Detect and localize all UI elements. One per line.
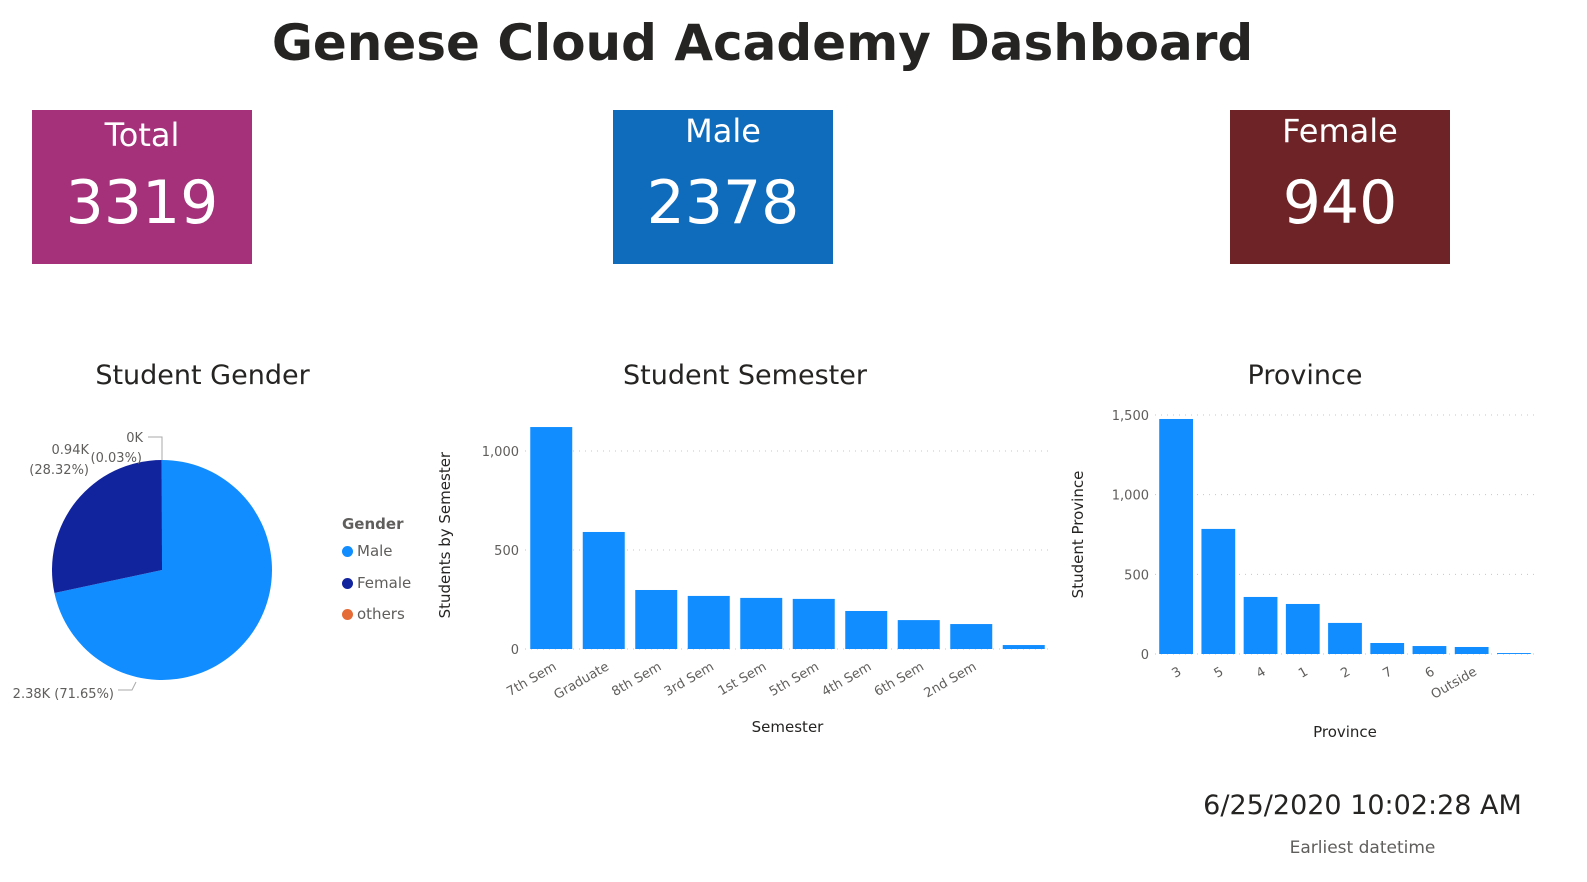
province-chart-title: Province [1247,360,1363,391]
y-tick-label: 500 [1124,568,1149,583]
bar-2[interactable] [1328,622,1362,654]
bar-5[interactable] [1201,528,1236,654]
y-axis-title: Student Province [1069,471,1087,599]
x-axis-title: Semester [752,718,825,736]
x-tick-label: 2 [1338,664,1353,681]
card-label: Male [685,112,761,150]
legend-dot-icon [342,609,353,620]
semester-bar-chart: 0 500 1,000 7th SemGraduate8th Sem3rd Sem1s… [436,427,1050,736]
bar-6[interactable] [1412,646,1447,654]
x-tick-label: 6 [1423,664,1438,681]
bar-1st-sem[interactable] [740,597,783,649]
y-tick-label: 0 [511,643,519,658]
dashboard-title: Genese Cloud Academy Dashboard [271,14,1254,72]
pie-slice-female[interactable] [52,460,162,593]
bar-3[interactable] [1159,418,1193,654]
leader-line [118,681,137,691]
x-tick-label: 7 [1381,664,1396,681]
card-label: Total [104,116,180,154]
legend-item-others[interactable]: others [342,605,405,623]
bar-4[interactable] [1243,596,1278,654]
bar-graduate[interactable] [582,531,625,649]
legend-item-female[interactable]: Female [342,574,411,592]
bar-1[interactable] [1285,603,1320,654]
total-card: Total 3319 [32,110,252,264]
x-tick-label: 5 [1212,664,1227,681]
province-bar-chart: 0 500 1,000 1,500 3 5 4 1 2 7 6Outside Province Stud… [1069,409,1535,740]
bar-3rd-sem[interactable] [687,595,730,649]
bar-2nd-sem[interactable] [950,624,993,649]
bar-blank[interactable] [1497,653,1531,654]
gender-pie-chart: 0K (0.03%) 0.94K (28.32%) 2.38K (71.65%) [13,431,273,702]
legend-label: Male [357,542,393,560]
leader-line [148,436,163,460]
x-tick-label: 4 [1254,664,1269,681]
x-tick-label: 7th Sem [504,659,559,699]
legend-dot-icon [342,546,353,557]
card-value: 3319 [65,168,219,238]
legend-item-male[interactable]: Male [342,542,393,560]
y-tick-label: 500 [494,544,519,559]
x-tick-label: 4th Sem [819,659,874,699]
semester-chart-title: Student Semester [623,360,867,391]
gender-chart-title: Student Gender [95,360,310,391]
x-tick-label: 1st Sem [716,659,770,699]
legend-label: Female [357,574,412,592]
bar-8th-sem[interactable] [635,589,678,649]
female-pct-label: (28.32%) [29,463,89,478]
y-tick-label: 0 [1141,648,1149,663]
bar-blank[interactable] [1002,645,1045,649]
y-tick-label: 1,000 [482,445,519,460]
x-axis-title: Province [1313,723,1377,740]
card-label: Female [1282,112,1398,150]
female-card: Female 940 [1230,110,1450,264]
y-axis-title: Students by Semester [436,451,454,618]
x-tick-label: 8th Sem [609,659,664,699]
others-value-label: 0K [126,431,143,446]
y-tick-label: 1,500 [1112,409,1149,424]
y-tick-label: 1,000 [1112,489,1149,504]
bar-6th-sem[interactable] [897,620,940,649]
x-tick-label: Outside [1429,664,1480,702]
x-tick-label: 6th Sem [872,659,927,699]
bar-7th-sem[interactable] [530,427,573,649]
x-tick-label: 2nd Sem [922,659,980,701]
datetime-value: 6/25/2020 10:02:28 AM [1203,790,1522,821]
bar-4th-sem[interactable] [845,610,888,649]
bar-5th-sem[interactable] [792,598,835,649]
card-value: 940 [1282,168,1398,238]
x-tick-label: 1 [1296,664,1311,681]
x-tick-label: Graduate [551,659,611,702]
male-label: 2.38K (71.65%) [13,687,114,702]
card-value: 2378 [646,168,800,238]
female-value-label: 0.94K [52,443,90,458]
legend-dot-icon [342,578,353,589]
legend-label: others [357,605,405,623]
x-tick-label: 3rd Sem [662,659,717,699]
others-pct-label: (0.03%) [91,451,142,466]
x-tick-label: 3 [1169,664,1184,681]
bar-7[interactable] [1370,643,1405,654]
datetime-label: Earliest datetime [1289,838,1436,858]
bar-outside[interactable] [1454,646,1489,654]
male-card: Male 2378 [613,110,833,264]
x-tick-label: 5th Sem [767,659,822,699]
legend-title: Gender [342,515,404,533]
